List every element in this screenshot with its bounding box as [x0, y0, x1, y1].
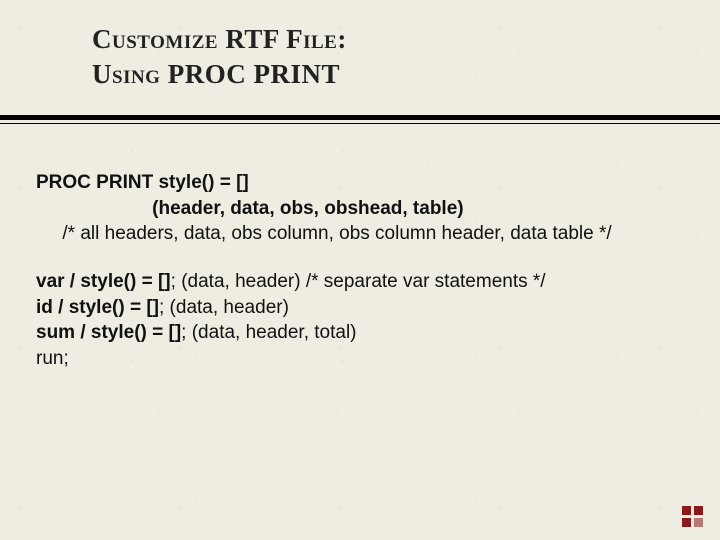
id-stmt: id / style() = []	[36, 297, 159, 318]
corner-decoration-icon	[680, 504, 706, 530]
proc-args: (header, data, obs, obshead, table)	[36, 196, 684, 222]
sum-stmt: sum / style() = []	[36, 322, 181, 343]
id-args: ; (data, header)	[159, 297, 289, 318]
var-comment: /* separate var statements */	[301, 271, 546, 292]
slide-title: Customize RTF File: Using PROC PRINT	[92, 22, 652, 92]
run-stmt: run;	[36, 346, 684, 372]
proc-comment: /* all headers, data, obs column, obs co…	[36, 221, 684, 247]
sum-args: ; (data, header, total)	[181, 322, 356, 343]
proc-label: PROC PRINT	[36, 172, 153, 193]
title-separator	[0, 115, 720, 120]
proc-style: style() = []	[153, 172, 249, 193]
var-args: ; (data, header)	[171, 271, 301, 292]
title-line-1: Customize RTF File:	[92, 22, 652, 57]
slide-body: PROC PRINT style() = [] (header, data, o…	[36, 170, 684, 371]
title-line-2: Using PROC PRINT	[92, 57, 652, 92]
var-stmt: var / style() = []	[36, 271, 171, 292]
